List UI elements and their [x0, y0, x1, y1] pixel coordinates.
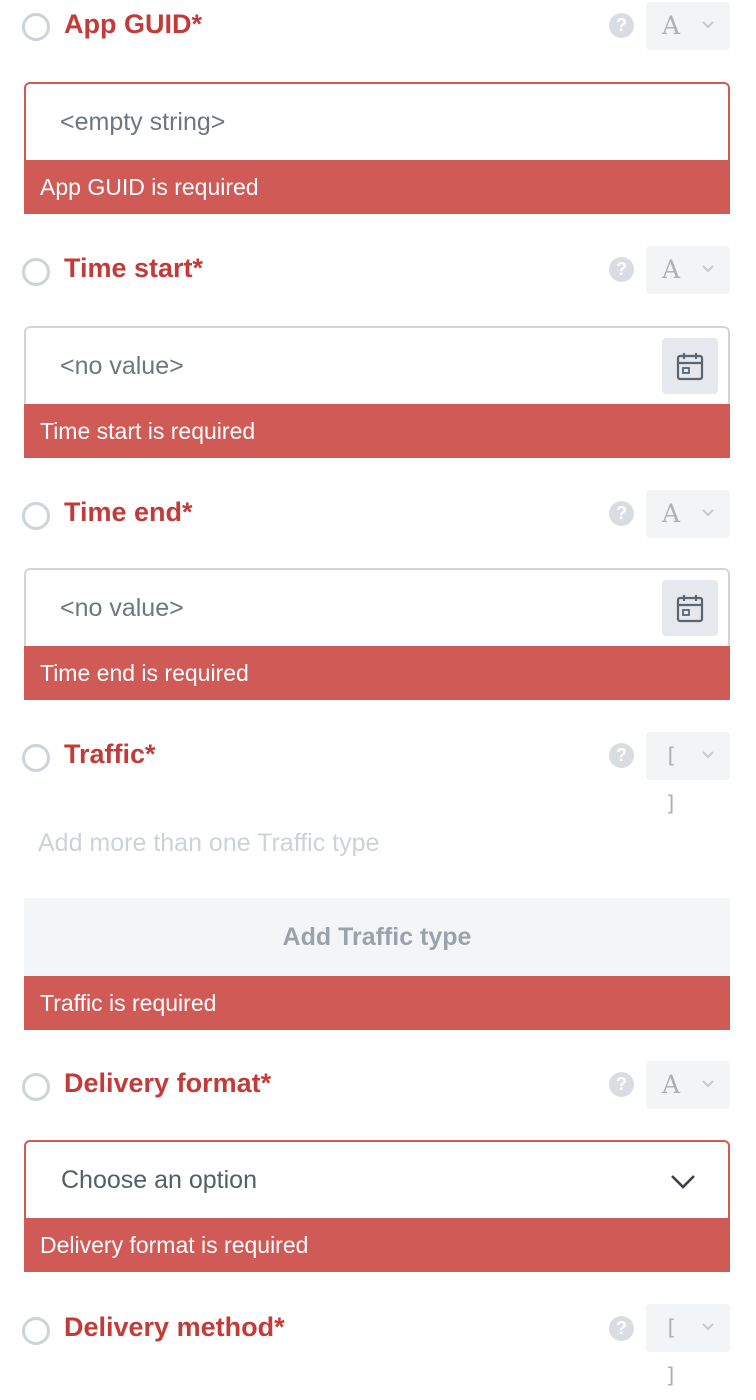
chevron-down-icon — [671, 1175, 695, 1189]
add-traffic-type-button[interactable]: Add Traffic type — [24, 898, 730, 976]
delivery-format-radio[interactable] — [22, 1073, 50, 1101]
delivery-format-selected: Choose an option — [61, 1166, 257, 1194]
app-guid-type-button[interactable]: A — [646, 2, 730, 50]
traffic-radio[interactable] — [22, 744, 50, 772]
chevron-down-icon — [702, 265, 714, 273]
time-end-value: <no value> — [60, 594, 184, 622]
traffic-hint: Add more than one Traffic type — [38, 829, 380, 857]
time-end-label: Time end* — [64, 497, 193, 527]
app-guid-label: App GUID* — [64, 9, 202, 39]
help-icon[interactable]: ? — [609, 1316, 634, 1341]
delivery-format-type-button[interactable]: A — [646, 1061, 730, 1109]
time-start-calendar-button[interactable] — [662, 338, 718, 394]
delivery-method-label: Delivery method* — [64, 1312, 285, 1342]
delivery-format-label: Delivery format* — [64, 1068, 272, 1098]
traffic-error: Traffic is required — [24, 976, 730, 1030]
time-end-error: Time end is required — [24, 646, 730, 700]
time-end-input[interactable]: <no value> — [24, 568, 730, 648]
time-end-radio[interactable] — [22, 502, 50, 530]
time-start-label: Time start* — [64, 253, 204, 283]
chevron-down-icon — [702, 1080, 714, 1088]
calendar-icon — [676, 595, 704, 623]
text-type-icon: A — [661, 1070, 681, 1099]
time-start-input[interactable]: <no value> — [24, 326, 730, 406]
array-type-icon: [ ] — [664, 744, 678, 816]
delivery-format-select[interactable]: Choose an option — [24, 1140, 730, 1220]
help-icon[interactable]: ? — [609, 743, 634, 768]
app-guid-radio[interactable] — [22, 13, 50, 41]
traffic-type-button[interactable]: [ ] — [646, 732, 730, 816]
chevron-down-icon — [702, 509, 714, 517]
text-type-icon: A — [661, 499, 681, 528]
delivery-format-error: Delivery format is required — [24, 1218, 730, 1272]
chevron-down-icon — [702, 21, 714, 29]
time-start-value: <no value> — [60, 352, 184, 380]
chevron-down-icon — [702, 751, 714, 759]
help-icon[interactable]: ? — [609, 257, 634, 282]
delivery-method-radio[interactable] — [22, 1317, 50, 1345]
array-type-icon: [ ] — [664, 1316, 678, 1388]
text-type-icon: A — [661, 255, 681, 284]
calendar-icon — [676, 353, 704, 381]
time-start-error: Time start is required — [24, 404, 730, 458]
app-guid-value: <empty string> — [60, 108, 226, 136]
time-start-radio[interactable] — [22, 258, 50, 286]
chevron-down-icon — [702, 1323, 714, 1331]
traffic-label: Traffic* — [64, 739, 156, 769]
time-start-type-button[interactable]: A — [646, 246, 730, 294]
time-end-type-button[interactable]: A — [646, 490, 730, 538]
help-icon[interactable]: ? — [609, 501, 634, 526]
help-icon[interactable]: ? — [609, 13, 634, 38]
app-guid-input[interactable]: <empty string> — [24, 82, 730, 162]
delivery-method-type-button[interactable]: [ ] — [646, 1304, 730, 1388]
app-guid-error: App GUID is required — [24, 160, 730, 214]
help-icon[interactable]: ? — [609, 1072, 634, 1097]
time-end-calendar-button[interactable] — [662, 580, 718, 636]
text-type-icon: A — [661, 11, 681, 40]
